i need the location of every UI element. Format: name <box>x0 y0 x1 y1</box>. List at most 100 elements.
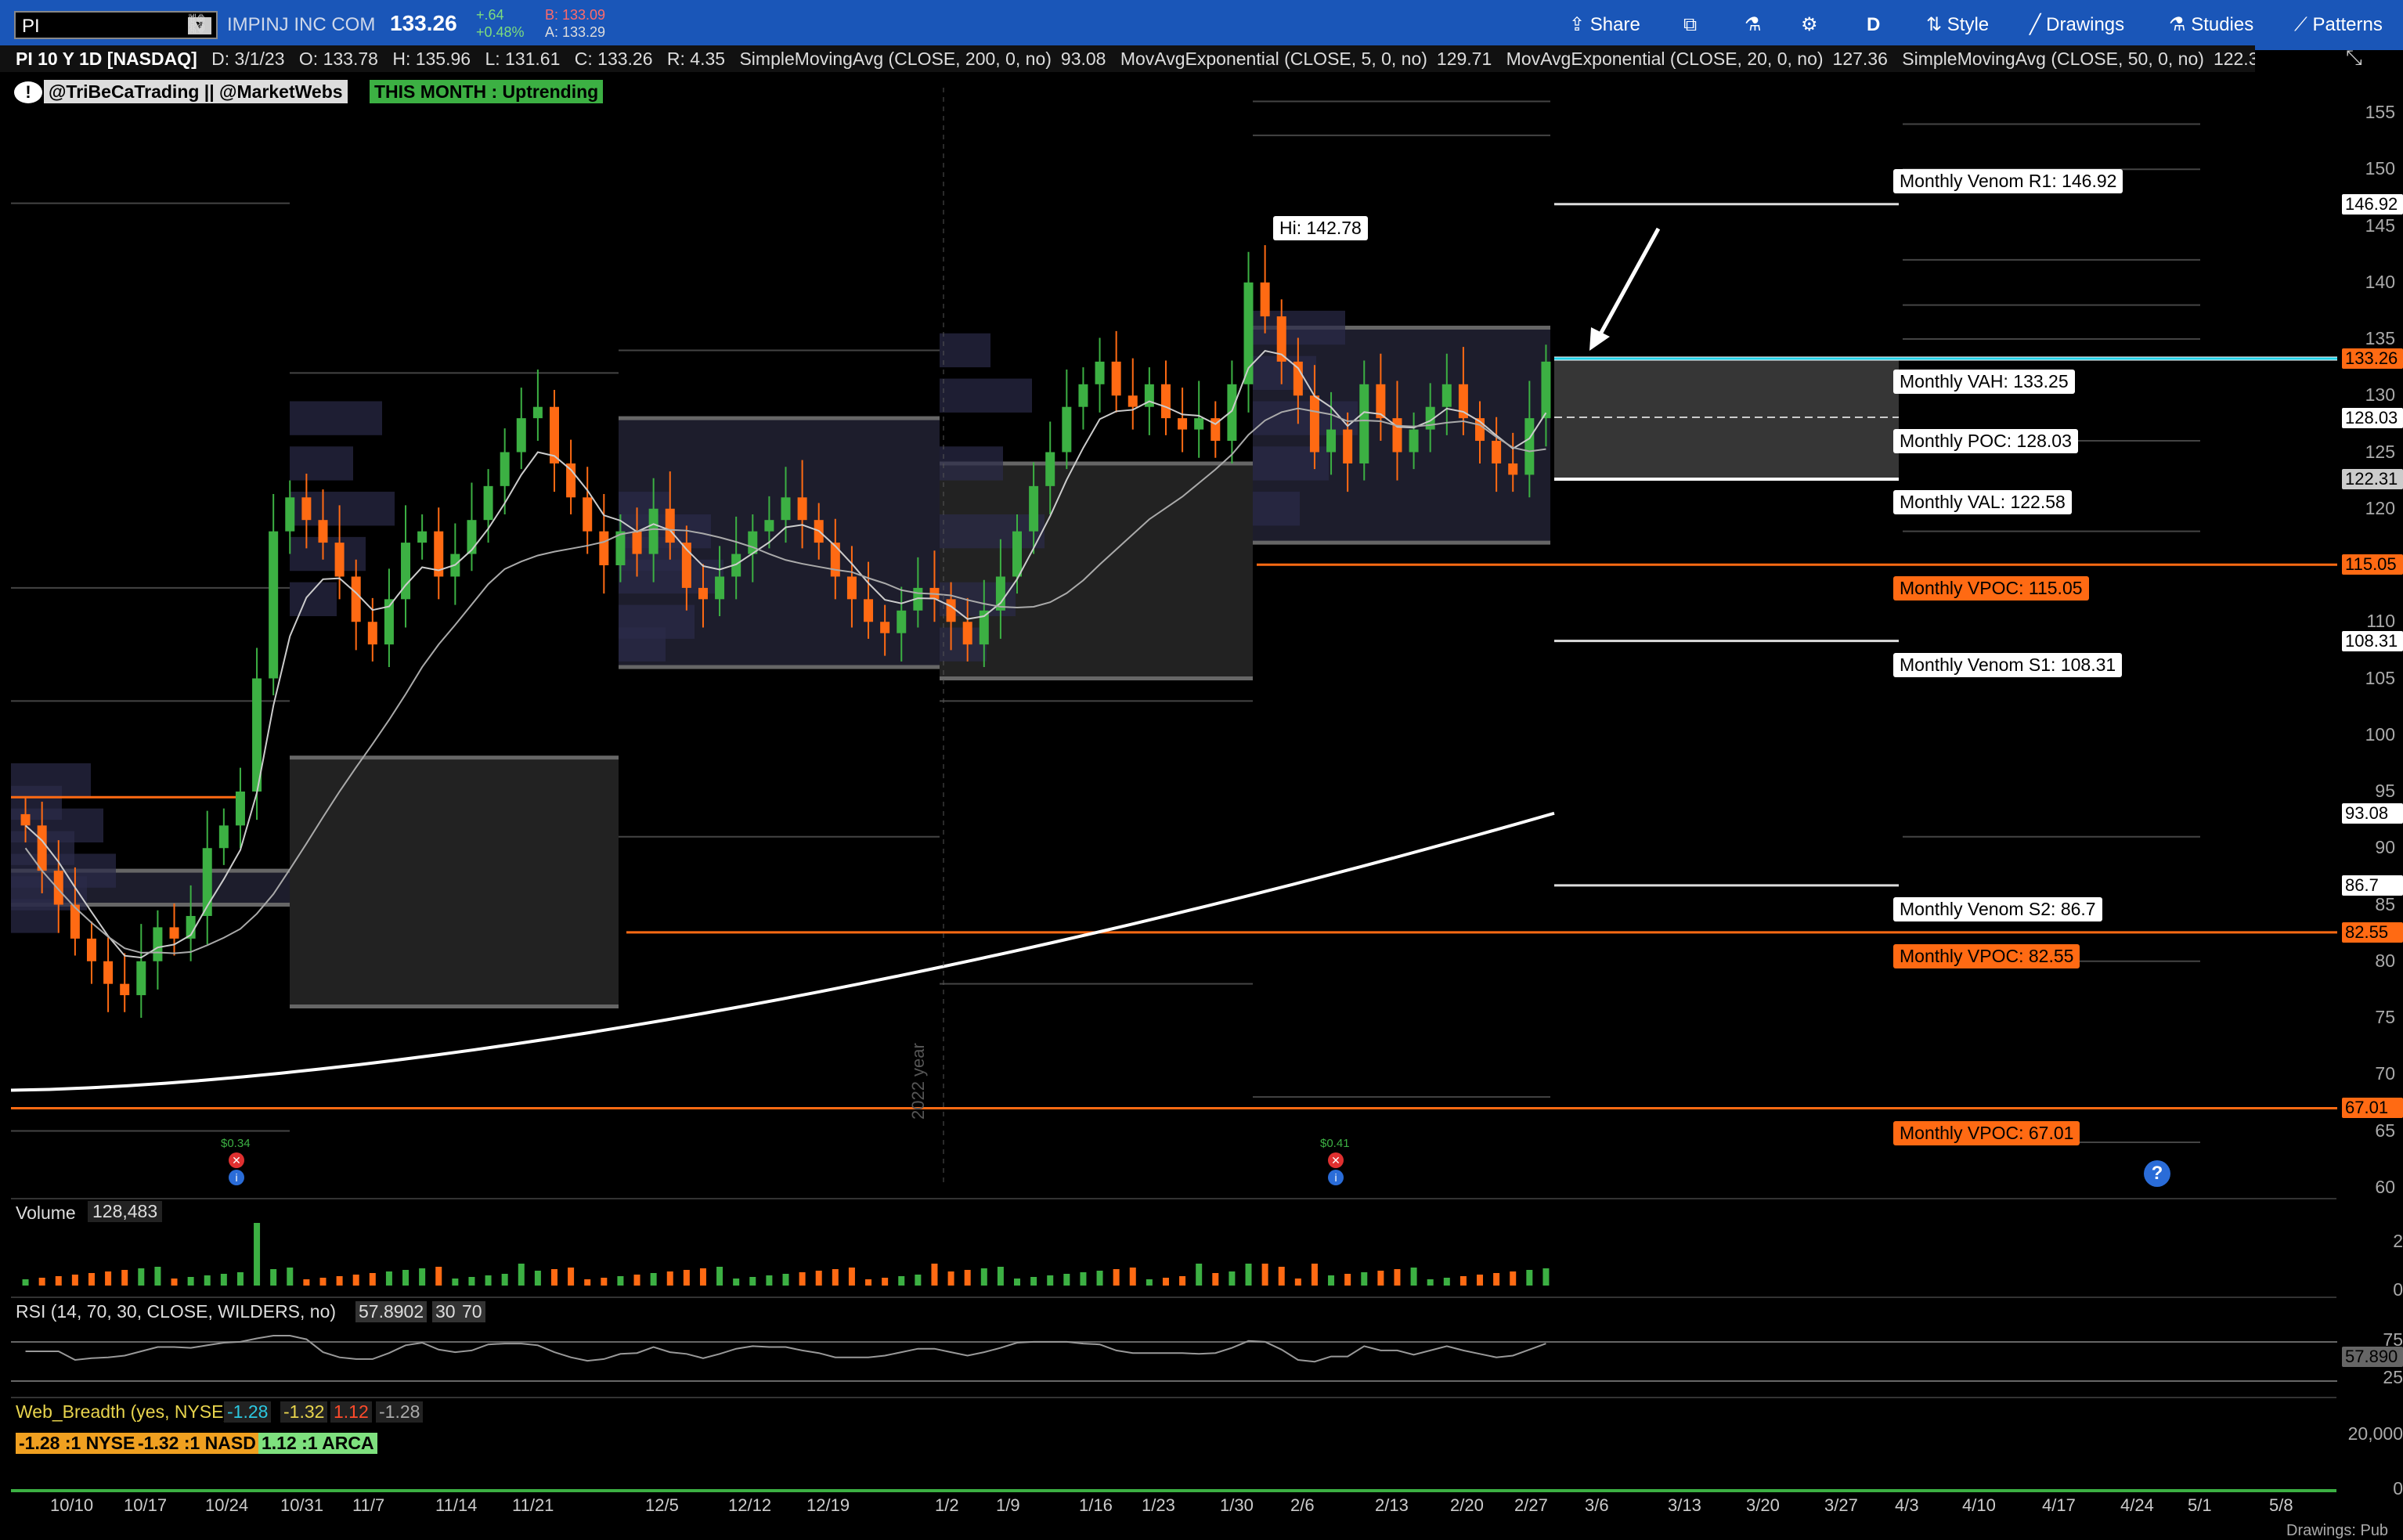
volume-bar <box>584 1279 591 1286</box>
earnings-icon[interactable]: ✕ <box>1328 1152 1344 1168</box>
price-axis-tick: 125 <box>2365 441 2395 462</box>
volume-bar <box>319 1278 327 1286</box>
date-axis-tick: 11/21 <box>512 1495 554 1515</box>
earnings-icon[interactable]: ✕ <box>229 1152 244 1168</box>
candle-body <box>1095 361 1105 384</box>
date-axis-tick: 3/27 <box>1824 1495 1858 1515</box>
nasd-badge: -1.32 :1 NASD <box>135 1433 259 1454</box>
screenshot-button[interactable]: ⧉ <box>1683 8 1697 42</box>
volume-bar <box>832 1269 839 1286</box>
bid: B: 133.09 <box>545 7 606 23</box>
volume-bar <box>650 1273 657 1286</box>
profile-histogram-bar <box>290 401 382 435</box>
flask-button[interactable]: ⚗ <box>1745 8 1762 42</box>
date-axis-tick: 3/6 <box>1585 1495 1609 1515</box>
candle-body <box>235 792 245 826</box>
volume-axis-0: 0 <box>2393 1279 2403 1300</box>
study-info-bar: PI 10 Y 1D [NASDAQ] D: 3/1/23 O: 133.78 … <box>0 45 2255 72</box>
style-button[interactable]: ⇅ Style <box>1926 8 1989 42</box>
candle-body <box>1508 463 1518 475</box>
bar-open: O: 133.78 <box>298 49 378 69</box>
volume-bar <box>1377 1271 1384 1286</box>
volume-bar <box>55 1276 62 1286</box>
candle-body <box>1012 531 1023 577</box>
candle-body <box>169 927 179 939</box>
volume-profiles <box>11 310 1550 1009</box>
volume-bar <box>1410 1268 1417 1286</box>
studies-button[interactable]: ⚗ Studies <box>2169 8 2253 42</box>
dividend-label-2: $0.41 <box>1320 1137 1350 1150</box>
volume-bar <box>287 1268 294 1286</box>
volume-bar <box>71 1275 78 1286</box>
volume-bar <box>336 1276 343 1286</box>
volume-bar <box>1477 1275 1484 1286</box>
volume-bar <box>683 1270 690 1286</box>
price-axis-tick: 95 <box>2375 781 2395 801</box>
candle-body <box>715 576 725 600</box>
sma50-label[interactable]: SimpleMovingAvg (CLOSE, 50, 0, no) <box>1902 49 2204 69</box>
candle-body <box>1541 361 1551 419</box>
drawings-button[interactable]: ╱ Drawings <box>2030 8 2124 42</box>
period-selector[interactable]: D <box>1867 8 1880 42</box>
volume-bar <box>915 1275 922 1286</box>
sma200-label[interactable]: SimpleMovingAvg (CLOSE, 200, 0, no) <box>739 49 1051 69</box>
info-icon[interactable]: i <box>1328 1170 1344 1185</box>
venom-r1-label: Monthly Venom R1: 146.92 <box>1893 169 2123 193</box>
volume-bar <box>1129 1268 1136 1286</box>
bar-low: L: 131.61 <box>485 49 561 69</box>
patterns-button[interactable]: ⟋ Patterns <box>2294 8 2383 42</box>
volume-bar <box>303 1279 310 1286</box>
volume-bar <box>1063 1274 1070 1286</box>
candle-body <box>351 576 361 622</box>
ema20-label[interactable]: MovAvgExponential (CLOSE, 20, 0, no) <box>1506 49 1824 69</box>
volume-bar <box>38 1278 45 1286</box>
profile-histogram-bar <box>1253 492 1300 526</box>
vpoc-115-label: Monthly VPOC: 115.05 <box>1893 576 2089 600</box>
breadth-v1: -1.28 <box>224 1401 272 1423</box>
collapse-icon[interactable]: ⤡ <box>2346 45 2362 70</box>
price-axis-tag: 128.03 <box>2342 407 2403 428</box>
net-change: +.64 <box>476 7 504 23</box>
sma200-value: 93.08 <box>1060 49 1106 69</box>
date-axis[interactable]: 10/10 10/17 10/24 10/31 11/7 11/14 11/21 12/5 12… <box>0 1492 2403 1524</box>
volume-bar <box>154 1267 161 1286</box>
date-axis-tick: 12/5 <box>645 1495 679 1515</box>
help-icon[interactable]: ? <box>2144 1160 2170 1187</box>
venom-s2-label: Monthly Venom S2: 86.7 <box>1893 897 2102 921</box>
info-icon[interactable]: i <box>229 1170 244 1185</box>
change-box: +.64 +0.48% <box>476 6 525 41</box>
ask: A: 133.29 <box>545 24 606 40</box>
price-axis-tag: 108.31 <box>2342 630 2403 651</box>
candle-body <box>632 531 642 554</box>
volume-bar <box>88 1273 95 1286</box>
link-icon[interactable]: ⛓ <box>185 13 208 35</box>
price-axis-tick: 140 <box>2365 271 2395 292</box>
share-button[interactable]: ⇪ Share <box>1569 8 1640 42</box>
candle-body <box>797 497 807 521</box>
price-axis-tag: 146.92 <box>2342 193 2403 215</box>
candle-body <box>1128 395 1138 407</box>
price-chart[interactable] <box>0 72 2403 1192</box>
volume-bar <box>1245 1264 1252 1286</box>
price-axis[interactable]: 1551501451401351301251201151101051009590… <box>2337 72 2403 1197</box>
ema5-label[interactable]: MovAvgExponential (CLOSE, 5, 0, no) <box>1120 49 1427 69</box>
candle-body <box>1045 452 1055 486</box>
candle-body <box>516 418 526 453</box>
profile-histogram-bar <box>940 514 1045 549</box>
volume-bar <box>947 1271 954 1286</box>
volume-bar <box>105 1271 112 1286</box>
drawings-footer: Drawings: Pub <box>2286 1522 2389 1539</box>
candle-body <box>1409 429 1419 453</box>
volume-bar <box>1361 1272 1368 1286</box>
arca-badge: 1.12 :1 ARCA <box>258 1433 377 1454</box>
volume-bar <box>1344 1274 1351 1286</box>
company-name: IMPINJ INC COM <box>227 14 376 35</box>
candle-body <box>318 520 328 543</box>
date-axis-tick: 4/24 <box>2120 1495 2154 1515</box>
volume-bar <box>1229 1271 1236 1286</box>
volume-bar <box>121 1270 128 1286</box>
volume-bar <box>220 1274 227 1286</box>
profile-histogram-bar <box>290 582 337 617</box>
rsi-axis-25: 25 <box>2383 1367 2403 1387</box>
settings-button[interactable]: ⚙ <box>1801 8 1818 42</box>
